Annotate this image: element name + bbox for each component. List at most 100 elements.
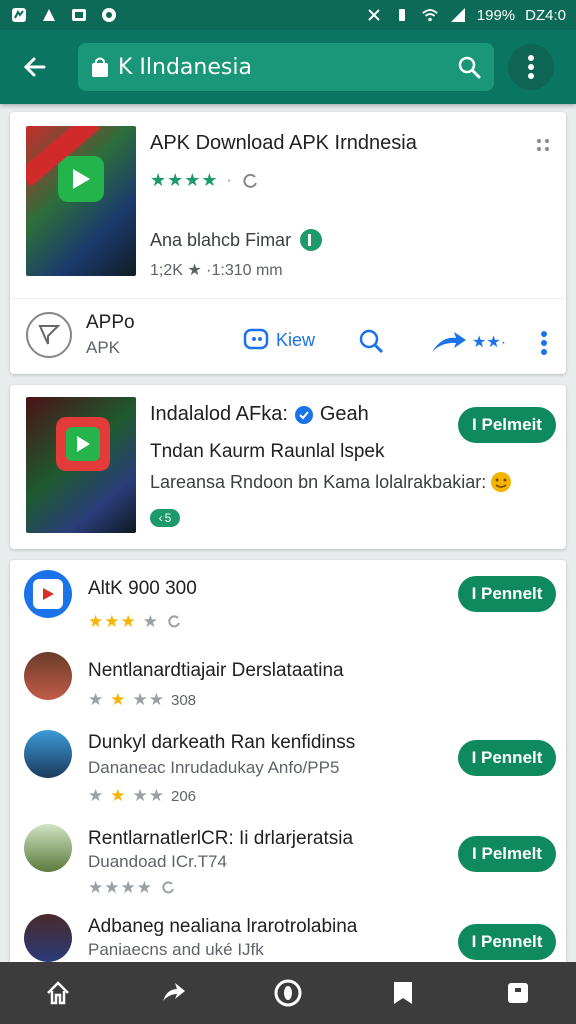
list-item-title[interactable]: Nentlanardtiajair Derslataatina [88,660,344,682]
rating-count: 308 [170,691,197,709]
more-vert-icon[interactable] [540,330,548,356]
circle-icon [274,979,302,1007]
chat-icon [243,328,269,350]
status-bar: 199% DZ4:0 [0,0,576,30]
rating-empty-stars: ★★ [132,690,165,709]
list-item-title[interactable]: RentlarnatlerlCR: Ii drlarjeratsia [88,828,353,850]
overflow-menu-button[interactable] [508,44,554,90]
featured-app-card[interactable]: APK Download APK Irndnesia ★★★★ · Ana bl… [10,112,566,374]
list-item-title[interactable]: AltK 900 300 [88,578,197,600]
list-item-title[interactable]: Adbaneg nealiana lrarotrolabina [88,916,357,938]
app-list-card: AltK 900 300 ★★★ ★ I Pennelt Nentlanardti… [10,560,566,965]
messenger-icon [10,6,28,24]
featured-developer-row: Ana blahcb Fimar [150,228,323,252]
promo-chip-value: 5 [164,511,172,525]
wifi-icon [421,6,439,24]
rating-empty-stars-lead: ★ [88,690,105,709]
promo-title[interactable]: Indalalod AFka: [150,403,288,426]
search-query[interactable]: K Ilndanesia [118,55,456,80]
app-icon[interactable] [24,570,72,618]
nav-circle-button[interactable] [268,973,308,1013]
rating-empty-stars: ★★★★ [88,878,153,897]
share-button[interactable]: ★★· [430,328,506,356]
promo-line2: Lareansa Rndoon bn Kama lolalrakbakiar: [150,471,487,492]
shopping-bag-icon [92,57,108,77]
play-store-icon [58,156,104,202]
rating-empty-stars: ★★ [132,786,165,805]
bottom-navigation [0,962,576,1024]
mute-icon [365,6,383,24]
list-item-title[interactable]: Dunkyl darkeath Ran kenfidinss [88,732,355,754]
install-button[interactable]: I Pennelt [458,576,556,612]
install-button[interactable]: I Pennelt [458,740,556,776]
list-item-rating: ★ ★ ★★ 308 [88,690,196,710]
promo-chip: ‹ 5 [150,509,180,527]
back-arrow-icon [23,57,46,77]
square-icon [508,983,529,1003]
install-button[interactable]: I Pelmelt [458,836,556,872]
verified-badge-icon [300,229,323,251]
separator-dot: · [226,171,232,189]
rating-empty-stars-lead: ★ [88,786,105,805]
notification-icon [40,6,58,24]
nav-home-button[interactable] [38,973,78,1013]
featured-app-title[interactable]: APK Download APK Irndnesia [150,132,417,155]
forward-icon [162,983,185,1001]
install-button[interactable]: I Pennelt [458,924,556,960]
rating-stars: ★★★★ [150,170,219,190]
person-avatar[interactable] [24,824,72,872]
more-vert-icon [528,55,534,79]
person-avatar[interactable] [24,652,72,700]
promo-title-row: Indalalod AFka: Geah [150,403,369,426]
home-icon [46,981,69,1005]
promo-app-card[interactable]: Indalalod AFka: Geah I Pelmeit Tndan Kau… [10,385,566,549]
nav-bookmark-button[interactable] [383,973,423,1013]
app-logo-icon[interactable] [26,312,72,358]
list-item-rating: ★★★★ [88,612,183,632]
promo-line1: Tndan Kaurm Raunlal lspek [150,441,385,462]
share-stars: ★★· [472,334,507,351]
vibrate-icon [393,6,411,24]
featured-rating: ★★★★ · [150,170,260,191]
featured-developer: Ana blahcb Fimar [150,229,292,250]
signal-icon [449,6,467,24]
refresh-icon [243,173,257,188]
list-item-subtitle: Dananeac Inrudadukay Anfo/PP5 [88,758,340,777]
refresh-icon [168,615,180,628]
emoji-icon [491,472,512,492]
list-item-subtitle: Paniaecns and uké IJfk [88,940,264,959]
battery-percent: 199% [476,6,516,24]
view-button[interactable]: Kiew [242,326,315,354]
featured-meta: 1;2K ★ ·1:310 mm [150,262,283,279]
search-field[interactable]: K Ilndanesia [78,43,494,91]
app-notification-icon [100,6,118,24]
nav-share-button[interactable] [153,973,193,1013]
featured-app-thumbnail[interactable] [26,126,136,276]
chip-icon: ‹ [158,511,163,525]
back-button[interactable] [12,44,58,90]
view-button-label: Kiew [276,329,316,350]
promo-line2-row: Lareansa Rndoon bn Kama lolalrakbakiar: [150,471,512,493]
play-icon [43,588,54,600]
divider [10,298,566,299]
play-store-icon [56,417,110,471]
app-bar: K Ilndanesia [0,30,576,104]
grid-dots-icon[interactable] [536,138,550,152]
rating-empty-stars: ★ [142,612,159,631]
promo-badge-text: Geah [319,403,369,425]
nav-square-button[interactable] [498,973,538,1013]
rating-stars: ★★★ [88,612,137,631]
search-action-icon[interactable] [356,326,386,356]
list-item-rating: ★★★★ [88,878,177,898]
rating-stars: ★ [110,690,127,709]
share-arrow-icon [432,332,466,352]
verified-check-icon [294,405,313,424]
person-avatar[interactable] [24,914,72,962]
list-item-rating: ★ ★ ★★ 206 [88,786,196,806]
search-icon[interactable] [456,54,482,80]
refresh-icon [162,881,174,894]
image-icon [70,6,88,24]
promo-app-thumbnail[interactable] [26,397,136,533]
person-avatar[interactable] [24,730,72,778]
promo-install-button[interactable]: I Pelmeit [458,407,556,443]
